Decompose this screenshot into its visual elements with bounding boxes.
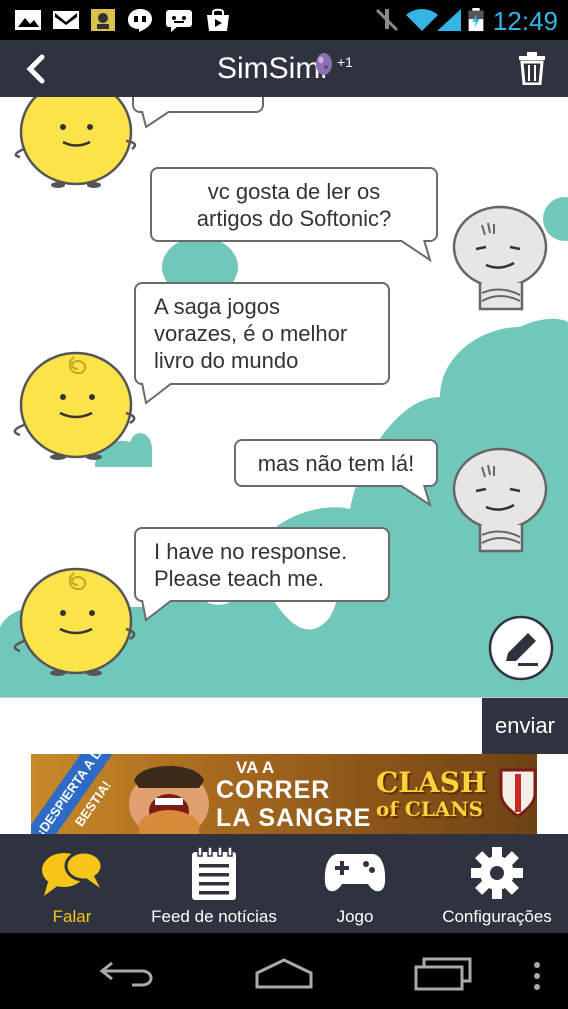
barbarian-icon — [129, 766, 209, 834]
tab-label: Configurações — [442, 907, 552, 926]
back-nav-icon[interactable] — [98, 957, 156, 987]
bot-avatar — [13, 567, 136, 676]
message-text: vc gosta de ler os — [207, 179, 381, 204]
gmail-icon — [53, 11, 79, 29]
tab-feed[interactable]: Feed de notícias — [144, 834, 284, 933]
message-text: vorazes, é o melhor — [154, 321, 348, 346]
system-nav-bar — [0, 933, 568, 1009]
wifi-icon — [406, 9, 438, 31]
trash-icon[interactable] — [518, 51, 546, 85]
message-input-bar: enviar — [0, 697, 568, 755]
tab-label: Jogo — [336, 907, 374, 926]
egg-icon[interactable] — [314, 50, 334, 76]
message-input[interactable] — [0, 698, 482, 754]
gamepad-icon — [324, 854, 386, 892]
tab-falar[interactable]: Falar — [0, 834, 144, 933]
bubble-tail — [141, 383, 173, 405]
recents-nav-icon[interactable] — [414, 957, 472, 991]
bubble-tail — [141, 111, 171, 129]
overflow-menu-icon[interactable] — [532, 961, 542, 991]
hangouts-icon — [128, 9, 152, 32]
user-message-bubble: mas não tem lá! — [234, 439, 438, 487]
app-header: SimSimi +1 — [0, 40, 568, 97]
message-text: livro do mundo — [154, 348, 299, 373]
ad-text-small: VA A — [236, 758, 275, 777]
image-icon — [15, 10, 41, 30]
chat-bubbles-icon — [42, 850, 104, 896]
message-text: A saga jogos — [154, 294, 280, 319]
user-message-bubble: vc gosta de ler os artigos do Softonic? — [150, 167, 438, 242]
edit-pencil-icon[interactable] — [488, 615, 554, 681]
notepad-icon — [192, 846, 236, 900]
shield-icon — [499, 768, 537, 818]
message-text: artigos do Softonic? — [196, 206, 392, 231]
bot-avatar — [13, 351, 136, 460]
chat-icon — [166, 10, 192, 32]
bubble-tail — [399, 485, 432, 507]
bot-avatar — [14, 97, 137, 188]
message-text: Please teach me. — [154, 566, 324, 591]
ad-brand-logo: CLASH of CLANS — [376, 766, 487, 822]
user-avatar — [452, 447, 548, 553]
tab-label: Falar — [52, 907, 92, 926]
send-button[interactable]: enviar — [482, 698, 568, 754]
status-clock: 12:49 — [492, 6, 558, 36]
bubble-tail — [399, 240, 432, 262]
store-icon — [207, 8, 229, 31]
status-bar: 12:49 — [0, 0, 568, 40]
user-avatar — [452, 205, 548, 311]
bot-message-bubble: A saga jogos vorazes, é o melhor livro d… — [134, 282, 390, 385]
ad-banner[interactable]: ¡DESPIERTA A LA BESTIA! VA A CORRER LA S… — [31, 754, 537, 834]
ad-ribbon-text: ¡DESPIERTA A LA BESTIA! — [31, 754, 126, 834]
sticker-icon — [91, 9, 115, 31]
bot-message-bubble: I have no response. Please teach me. — [134, 527, 390, 602]
bottom-tab-bar: Falar Feed de notícias Jogo Configuraçõe… — [0, 834, 568, 933]
ad-text-line2: LA SANGRE — [216, 804, 372, 832]
signal-icon — [437, 9, 461, 31]
message-text: I have no response. — [154, 539, 348, 564]
egg-badge: +1 — [337, 54, 353, 70]
tab-configuracoes[interactable]: Configurações — [426, 834, 568, 933]
home-nav-icon[interactable] — [254, 957, 314, 989]
tab-label: Feed de notícias — [151, 907, 277, 926]
ad-text-line1: CORRER — [216, 776, 331, 804]
message-text: mas não tem lá! — [257, 451, 415, 476]
ad-strip: ¡DESPIERTA A LA BESTIA! VA A CORRER LA S… — [0, 754, 568, 834]
chat-area: vc gosta de ler os artigos do Softonic? … — [0, 97, 568, 697]
mute-icon — [375, 8, 399, 32]
page-title: SimSimi — [217, 52, 327, 85]
bubble-tail — [141, 600, 173, 622]
battery-icon — [468, 8, 484, 32]
gear-icon — [471, 847, 523, 899]
tab-jogo[interactable]: Jogo — [284, 834, 426, 933]
